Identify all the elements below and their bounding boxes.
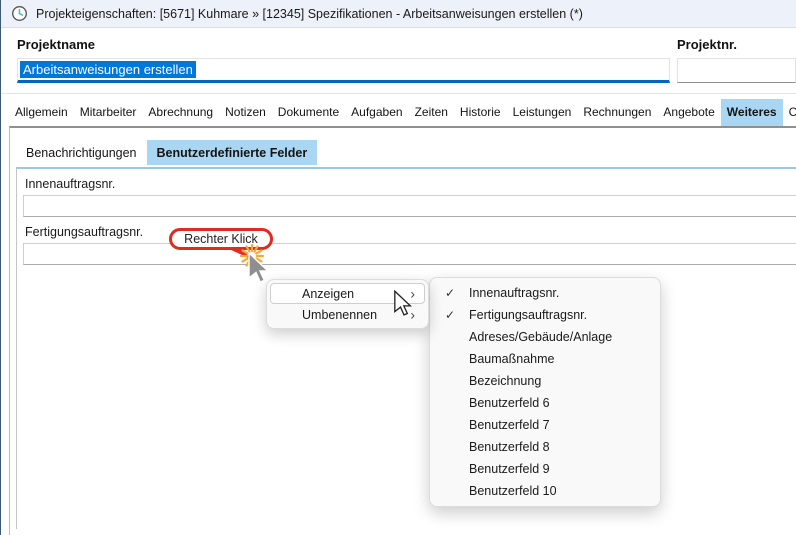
- main-tab[interactable]: Weiteres: [721, 99, 783, 126]
- context-menu-item-label: Anzeigen: [302, 287, 354, 301]
- custom-field: Fertigungsauftragsnr.: [17, 225, 796, 265]
- weiteres-tab-page: Benachrichtigungen Benutzerdefinierte Fe…: [9, 126, 796, 535]
- submenu-item-label: Benutzerfeld 6: [457, 396, 550, 410]
- mouse-cursor-gray-icon: [248, 252, 270, 283]
- sub-tab[interactable]: Benachrichtigungen: [16, 140, 147, 165]
- custom-field: Innenauftragsnr.: [17, 177, 796, 217]
- submenu-item[interactable]: ✓ Fertigungsauftragsnr.: [433, 304, 657, 326]
- custom-field-input[interactable]: [23, 195, 796, 217]
- main-tab[interactable]: Ch: [783, 99, 796, 126]
- submenu-item-label: Benutzerfeld 7: [457, 418, 550, 432]
- main-tab[interactable]: Zeiten: [409, 99, 454, 126]
- anzeigen-submenu: ✓ Innenauftragsnr. ✓ Fertigungsauftragsn…: [429, 277, 661, 507]
- submenu-item[interactable]: ✓ Benutzerfeld 6: [433, 392, 657, 414]
- main-tab[interactable]: Dokumente: [272, 99, 345, 126]
- sub-tab-bar: Benachrichtigungen Benutzerdefinierte Fe…: [16, 140, 317, 165]
- submenu-item-label: Innenauftragsnr.: [457, 286, 559, 300]
- project-number-label: Projektnr.: [677, 37, 737, 52]
- submenu-item-label: Fertigungsauftragsnr.: [457, 308, 587, 322]
- selected-text: Arbeitsanweisungen erstellen: [20, 61, 196, 78]
- project-properties-window: Projekteigenschaften: [5671] Kuhmare » […: [0, 0, 796, 535]
- submenu-item[interactable]: ✓ Benutzerfeld 9: [433, 458, 657, 480]
- submenu-item[interactable]: ✓ Benutzerfeld 8: [433, 436, 657, 458]
- custom-field-label: Innenauftragsnr.: [25, 177, 796, 191]
- project-number-input[interactable]: [677, 58, 796, 83]
- submenu-item[interactable]: ✓ Adreses/Gebäude/Anlage: [433, 326, 657, 348]
- project-name-input[interactable]: Arbeitsanweisungen erstellen: [17, 58, 670, 83]
- window-title: Projekteigenschaften: [5671] Kuhmare » […: [36, 7, 583, 21]
- main-tab[interactable]: Angebote: [657, 99, 720, 126]
- main-tab[interactable]: Abrechnung: [142, 99, 219, 126]
- main-tab[interactable]: Aufgaben: [345, 99, 408, 126]
- clock-icon: [11, 5, 28, 22]
- checkmark-icon: ✓: [433, 286, 457, 300]
- submenu-item[interactable]: ✓ Benutzerfeld 10: [433, 480, 657, 502]
- submenu-item-label: Adreses/Gebäude/Anlage: [457, 330, 612, 344]
- mouse-cursor-white-icon: [394, 290, 412, 316]
- submenu-item[interactable]: ✓ Baumaßnahme: [433, 348, 657, 370]
- main-tab[interactable]: Rechnungen: [577, 99, 657, 126]
- submenu-item-label: Benutzerfeld 9: [457, 462, 550, 476]
- main-tab-bar: Allgemein Mitarbeiter Abrechnung Notizen…: [9, 99, 796, 126]
- submenu-item[interactable]: ✓ Innenauftragsnr.: [433, 282, 657, 304]
- submenu-item-label: Benutzerfeld 10: [457, 484, 557, 498]
- submenu-item-label: Benutzerfeld 8: [457, 440, 550, 454]
- submenu-item[interactable]: ✓ Bezeichnung: [433, 370, 657, 392]
- custom-field-label: Fertigungsauftragsnr.: [25, 225, 796, 239]
- submenu-item-label: Baumaßnahme: [457, 352, 554, 366]
- custom-field-input[interactable]: [23, 243, 796, 265]
- project-name-label: Projektname: [17, 37, 95, 52]
- main-tab[interactable]: Notizen: [219, 99, 272, 126]
- main-tab[interactable]: Allgemein: [9, 99, 74, 126]
- title-bar: Projekteigenschaften: [5671] Kuhmare » […: [1, 0, 796, 28]
- checkmark-icon: ✓: [433, 308, 457, 322]
- context-menu-item-label: Umbenennen: [302, 308, 377, 322]
- sub-tab[interactable]: Benutzerdefinierte Felder: [147, 140, 318, 165]
- submenu-item[interactable]: ✓ Benutzerfeld 7: [433, 414, 657, 436]
- main-tab[interactable]: Historie: [454, 99, 507, 126]
- custom-fields-page: Innenauftragsnr. Fertigungsauftragsnr.: [16, 167, 796, 529]
- main-tab[interactable]: Leistungen: [507, 99, 578, 126]
- submenu-item-label: Bezeichnung: [457, 374, 541, 388]
- main-tab[interactable]: Mitarbeiter: [74, 99, 143, 126]
- header-form: Projektname Arbeitsanweisungen erstellen…: [1, 29, 796, 94]
